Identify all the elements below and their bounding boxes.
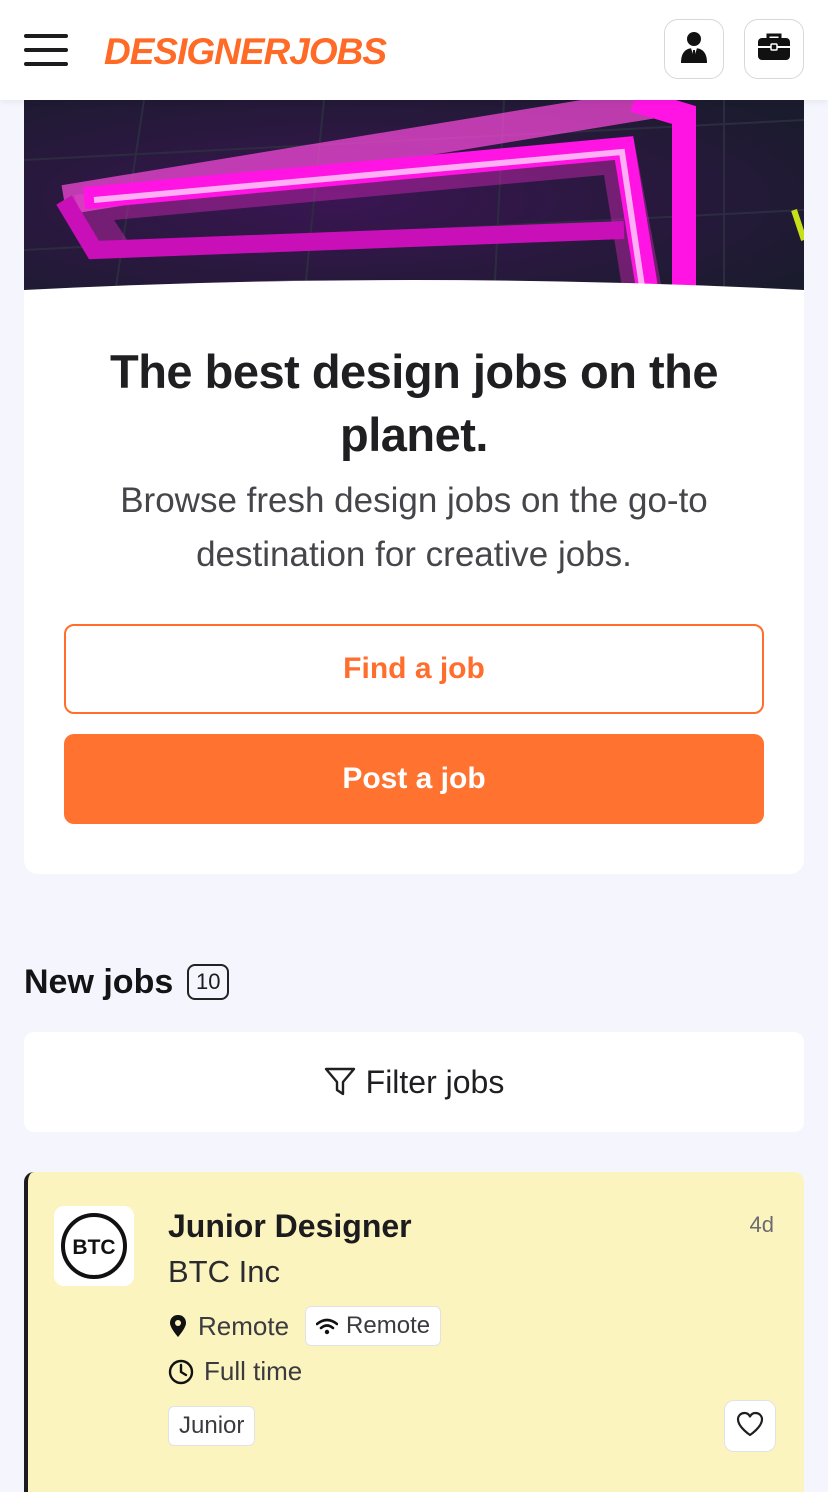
wifi-icon bbox=[316, 1317, 339, 1335]
filter-icon bbox=[324, 1067, 356, 1097]
job-location-row: Remote Remote bbox=[168, 1306, 442, 1346]
job-title[interactable]: Junior Designer bbox=[168, 1208, 412, 1245]
favorite-button[interactable] bbox=[724, 1400, 776, 1452]
clock-icon bbox=[168, 1359, 194, 1385]
jobs-button[interactable] bbox=[744, 19, 804, 79]
hero-card: The best design jobs on the planet. Brow… bbox=[24, 100, 804, 874]
job-company: BTC Inc bbox=[168, 1254, 280, 1289]
job-posted-age: 4d bbox=[749, 1212, 774, 1237]
job-card[interactable]: BTC Junior Designer BTC Inc 4d Remote Re… bbox=[24, 1172, 804, 1492]
job-location: Remote bbox=[198, 1310, 290, 1341]
hamburger-menu-icon[interactable] bbox=[24, 32, 68, 68]
new-jobs-heading: New jobs 10 bbox=[24, 960, 230, 1004]
filter-jobs-button[interactable]: Filter jobs bbox=[24, 1032, 804, 1132]
company-logo: BTC bbox=[54, 1206, 134, 1286]
hero-neon-image bbox=[24, 100, 804, 300]
find-job-button[interactable]: Find a job bbox=[64, 624, 764, 714]
job-employment-type: Full time bbox=[204, 1356, 303, 1386]
filter-jobs-label: Filter jobs bbox=[365, 1063, 505, 1100]
user-icon bbox=[680, 30, 708, 69]
briefcase-icon bbox=[757, 33, 791, 66]
location-pin-icon bbox=[168, 1314, 188, 1338]
site-logo[interactable]: DESIGNERJOBS bbox=[104, 28, 387, 76]
top-header: DESIGNERJOBS bbox=[0, 0, 828, 100]
hero-subtitle: Browse fresh design jobs on the go-to de… bbox=[120, 481, 708, 574]
hero-title: The best design jobs on the planet. bbox=[110, 345, 719, 461]
account-button[interactable] bbox=[664, 19, 724, 79]
level-chip: Junior bbox=[168, 1406, 256, 1446]
job-employment-row: Full time bbox=[168, 1356, 302, 1387]
heart-icon bbox=[736, 1411, 764, 1442]
remote-chip-label: Remote bbox=[346, 1312, 431, 1339]
job-tags-row: Junior bbox=[168, 1406, 256, 1446]
post-job-button[interactable]: Post a job bbox=[64, 734, 764, 824]
remote-chip: Remote bbox=[305, 1306, 442, 1346]
company-logo-text: BTC bbox=[72, 1236, 115, 1259]
new-jobs-title: New jobs bbox=[24, 962, 174, 1001]
jobs-count-badge: 10 bbox=[187, 964, 230, 1000]
